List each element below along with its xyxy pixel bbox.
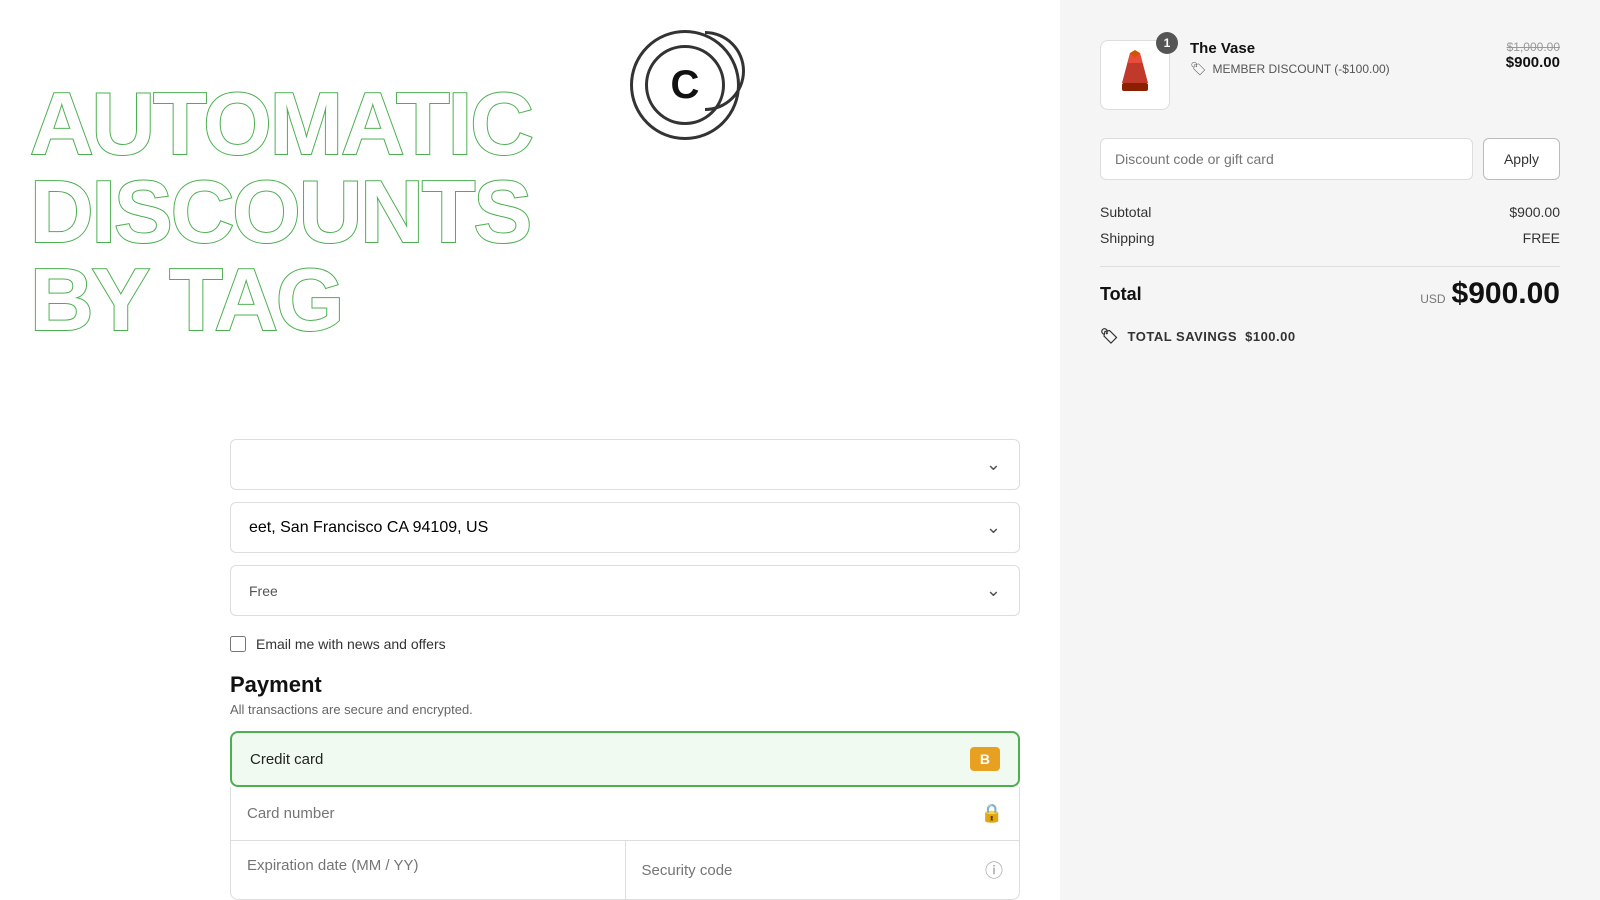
original-price: $1,000.00 bbox=[1506, 40, 1560, 54]
email-checkbox-label: Email me with news and offers bbox=[256, 636, 446, 652]
accordion-shipping[interactable]: Free ⌄ bbox=[230, 565, 1020, 616]
chevron-down-icon-2: ⌄ bbox=[986, 517, 1001, 538]
card-fields: 🔒 ⓘ bbox=[230, 787, 1020, 900]
logo-arc-decoration bbox=[705, 31, 745, 111]
product-image-wrapper: 1 bbox=[1100, 40, 1170, 110]
total-value-group: USD $900.00 bbox=[1420, 277, 1560, 311]
logo-area: C bbox=[630, 30, 740, 140]
sale-price: $900.00 bbox=[1506, 54, 1560, 71]
subtotal-value: $900.00 bbox=[1509, 204, 1560, 220]
card-number-input[interactable] bbox=[247, 805, 981, 822]
discount-text: MEMBER DISCOUNT (-$100.00) bbox=[1213, 62, 1390, 76]
total-label: Total bbox=[1100, 284, 1142, 305]
shipping-label: Shipping bbox=[1100, 230, 1155, 246]
logo-letter: C bbox=[671, 63, 700, 108]
payment-subtitle: All transactions are secure and encrypte… bbox=[230, 702, 1020, 717]
chevron-down-icon: ⌄ bbox=[986, 454, 1001, 475]
savings-amount: $100.00 bbox=[1245, 329, 1296, 344]
subtotal-label: Subtotal bbox=[1100, 204, 1151, 220]
email-checkbox[interactable] bbox=[230, 636, 246, 652]
savings-label: TOTAL SAVINGS bbox=[1128, 329, 1238, 344]
cvv-input[interactable] bbox=[642, 862, 986, 879]
chevron-down-icon-3: ⌄ bbox=[986, 580, 1001, 601]
subtotal-line: Subtotal $900.00 bbox=[1100, 204, 1560, 220]
order-summary-panel: 1 The Vase 🏷 MEMBER DISCOUNT (-$100.00) … bbox=[1060, 0, 1600, 900]
payment-title: Payment bbox=[230, 672, 1020, 698]
tagline-text: Built for Museums bbox=[30, 352, 532, 394]
product-discount-label: 🏷 MEMBER DISCOUNT (-$100.00) bbox=[1190, 61, 1486, 77]
apply-button[interactable]: Apply bbox=[1483, 138, 1560, 180]
summary-divider bbox=[1100, 266, 1560, 267]
shipping-value-text: Free bbox=[249, 583, 278, 599]
vase-icon bbox=[1110, 48, 1160, 103]
accordion-contact[interactable]: ⌄ bbox=[230, 439, 1020, 490]
credit-card-badge: B bbox=[970, 747, 1000, 771]
savings-icon: 🏷 bbox=[1100, 327, 1120, 345]
help-icon[interactable]: ⓘ bbox=[985, 857, 1003, 883]
logo-circle: C bbox=[630, 30, 740, 140]
product-info: The Vase 🏷 MEMBER DISCOUNT (-$100.00) bbox=[1190, 40, 1486, 77]
shipping-value: FREE bbox=[1523, 230, 1560, 246]
discount-code-row: Apply bbox=[1100, 138, 1560, 180]
expiry-input[interactable] bbox=[247, 857, 609, 874]
savings-badge: 🏷 TOTAL SAVINGS $100.00 bbox=[1100, 327, 1560, 345]
total-currency: USD bbox=[1420, 292, 1445, 306]
credit-card-option[interactable]: Credit card B bbox=[230, 731, 1020, 787]
product-row: 1 The Vase 🏷 MEMBER DISCOUNT (-$100.00) … bbox=[1100, 40, 1560, 110]
expiry-field bbox=[231, 841, 626, 899]
product-quantity-badge: 1 bbox=[1156, 32, 1178, 54]
headline-block: AUTOMATIC DISCOUNTS BY TAG Built for Mus… bbox=[30, 80, 532, 394]
accordion-address-text: eet, San Francisco CA 94109, US bbox=[249, 519, 488, 537]
tag-icon: 🏷 bbox=[1190, 61, 1207, 77]
payment-section: Payment All transactions are secure and … bbox=[230, 672, 1020, 900]
card-number-field: 🔒 bbox=[231, 787, 1019, 841]
email-checkbox-row: Email me with news and offers bbox=[230, 628, 1020, 672]
accordion-address[interactable]: eet, San Francisco CA 94109, US ⌄ bbox=[230, 502, 1020, 553]
cvv-field: ⓘ bbox=[626, 841, 1020, 899]
credit-card-label: Credit card bbox=[250, 751, 323, 768]
lock-icon: 🔒 bbox=[981, 803, 1003, 824]
total-amount: $900.00 bbox=[1452, 277, 1560, 311]
discount-code-input[interactable] bbox=[1100, 138, 1473, 180]
shipping-line: Shipping FREE bbox=[1100, 230, 1560, 246]
card-bottom-row: ⓘ bbox=[231, 841, 1019, 899]
product-prices: $1,000.00 $900.00 bbox=[1506, 40, 1560, 71]
product-name: The Vase bbox=[1190, 40, 1486, 57]
headline-text: AUTOMATIC DISCOUNTS BY TAG bbox=[30, 80, 532, 344]
total-line: Total USD $900.00 bbox=[1100, 277, 1560, 311]
